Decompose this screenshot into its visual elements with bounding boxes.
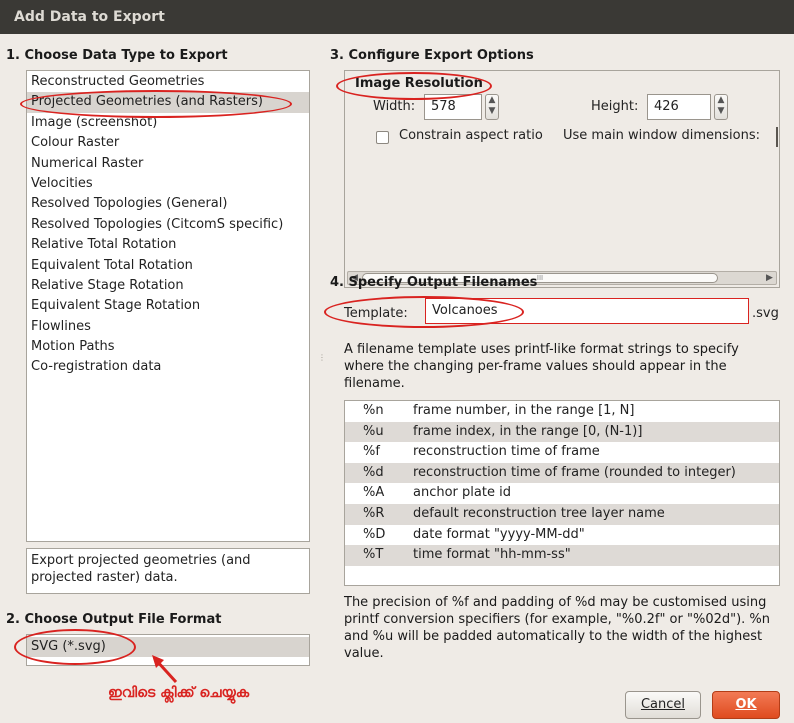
specifier-description: frame index, in the range [0, (N-1)] xyxy=(413,423,643,439)
data-type-item[interactable]: Reconstructed Geometries xyxy=(27,72,309,92)
annotation-click-here: ഇവിടെ ക്ലിക്ക് ചെയ്യുക xyxy=(108,685,250,701)
constrain-aspect-checkbox[interactable] xyxy=(376,131,389,144)
width-input[interactable]: 578 xyxy=(424,94,482,120)
splitter-handle-icon[interactable]: ⋮ xyxy=(318,353,326,362)
data-type-item[interactable]: Equivalent Stage Rotation xyxy=(27,296,309,316)
ok-button-label: OK xyxy=(735,697,757,712)
section1-heading: 1. Choose Data Type to Export xyxy=(6,48,228,63)
data-type-item[interactable]: Image (screenshot) xyxy=(27,113,309,133)
export-dialog: 1. Choose Data Type to Export Reconstruc… xyxy=(0,34,794,723)
data-type-item[interactable]: Relative Stage Rotation xyxy=(27,276,309,296)
specifier-code: %u xyxy=(363,423,384,439)
specifier-description: reconstruction time of frame (rounded to… xyxy=(413,464,736,480)
ok-button[interactable]: OK xyxy=(712,691,780,719)
specifier-description: date format "yyyy-MM-dd" xyxy=(413,526,585,542)
annotation-arrow-icon xyxy=(152,655,178,684)
data-type-item[interactable]: Resolved Topologies (General) xyxy=(27,194,309,214)
data-type-description: Export projected geometries (and project… xyxy=(26,548,310,594)
cancel-button[interactable]: Cancel xyxy=(625,691,701,719)
table-row: %A anchor plate id xyxy=(345,483,779,504)
specifier-description: time format "hh-mm-ss" xyxy=(413,547,571,563)
specifier-description: anchor plate id xyxy=(413,485,511,501)
table-row: %d reconstruction time of frame (rounded … xyxy=(345,462,779,484)
data-type-item[interactable]: Co-registration data xyxy=(27,357,309,377)
specifier-code: %T xyxy=(363,547,384,563)
specifier-code: %R xyxy=(363,505,385,521)
template-extension: .svg xyxy=(752,306,779,321)
data-type-item[interactable]: Colour Raster xyxy=(27,133,309,153)
data-type-item[interactable]: Equivalent Total Rotation xyxy=(27,256,309,276)
section4-heading: 4. Specify Output Filenames xyxy=(330,275,538,290)
width-spinner[interactable]: ▲ ▼ xyxy=(485,94,499,120)
template-help-text: A filename template uses printf-like for… xyxy=(344,342,739,391)
clipped-control-edge xyxy=(776,127,778,147)
cancel-button-label: Cancel xyxy=(640,697,686,712)
height-input[interactable]: 426 xyxy=(647,94,711,120)
specifier-code: %A xyxy=(363,485,385,501)
template-input[interactable]: Volcanoes xyxy=(425,298,749,324)
table-row: %R default reconstruction tree layer name xyxy=(345,503,779,525)
specifier-code: %D xyxy=(363,526,386,542)
data-type-item[interactable]: Flowlines xyxy=(27,317,309,337)
specifier-code: %d xyxy=(363,464,384,480)
height-spinner[interactable]: ▲ ▼ xyxy=(714,94,728,120)
data-type-list[interactable]: Reconstructed Geometries Projected Geomet… xyxy=(26,70,310,542)
data-type-item[interactable]: Resolved Topologies (CitcomS specific) xyxy=(27,215,309,235)
specifier-code: %f xyxy=(363,444,380,460)
section2-heading: 2. Choose Output File Format xyxy=(6,612,222,627)
section3-heading: 3. Configure Export Options xyxy=(330,48,534,63)
data-type-item[interactable]: Numerical Raster xyxy=(27,154,309,174)
data-type-item[interactable]: Relative Total Rotation xyxy=(27,235,309,255)
table-row: %n frame number, in the range [1, N] xyxy=(345,401,779,422)
specifier-description: reconstruction time of frame xyxy=(413,444,600,460)
export-options-panel: Image Resolution Width: 578 ▲ ▼ Height: 4… xyxy=(344,70,780,288)
table-row: %u frame index, in the range [0, (N-1)] xyxy=(345,421,779,443)
data-type-item[interactable]: Motion Paths xyxy=(27,337,309,357)
specifier-description: frame number, in the range [1, N] xyxy=(413,403,635,418)
image-resolution-title: Image Resolution xyxy=(355,76,483,91)
table-row: %T time format "hh-mm-ss" xyxy=(345,545,779,566)
width-label: Width: xyxy=(373,99,416,114)
scroll-right-icon[interactable]: ▶ xyxy=(766,273,773,283)
specifier-code: %n xyxy=(363,403,384,418)
precision-help-text: The precision of %f and padding of %d ma… xyxy=(344,595,771,661)
main-window-dimensions-label: Use main window dimensions: xyxy=(563,128,760,143)
table-row: %D date format "yyyy-MM-dd" xyxy=(345,525,779,546)
height-label: Height: xyxy=(591,99,639,114)
data-type-item[interactable]: Projected Geometries (and Rasters) xyxy=(27,92,309,113)
data-type-item[interactable]: Velocities xyxy=(27,174,309,194)
format-specifiers-table: %n frame number, in the range [1, N] %u fra… xyxy=(344,400,780,586)
specifier-description: default reconstruction tree layer name xyxy=(413,505,665,521)
table-row: %f reconstruction time of frame xyxy=(345,442,779,463)
template-label: Template: xyxy=(344,306,408,321)
window-title: Add Data to Export xyxy=(0,0,794,34)
constrain-aspect-label: Constrain aspect ratio xyxy=(399,128,543,143)
